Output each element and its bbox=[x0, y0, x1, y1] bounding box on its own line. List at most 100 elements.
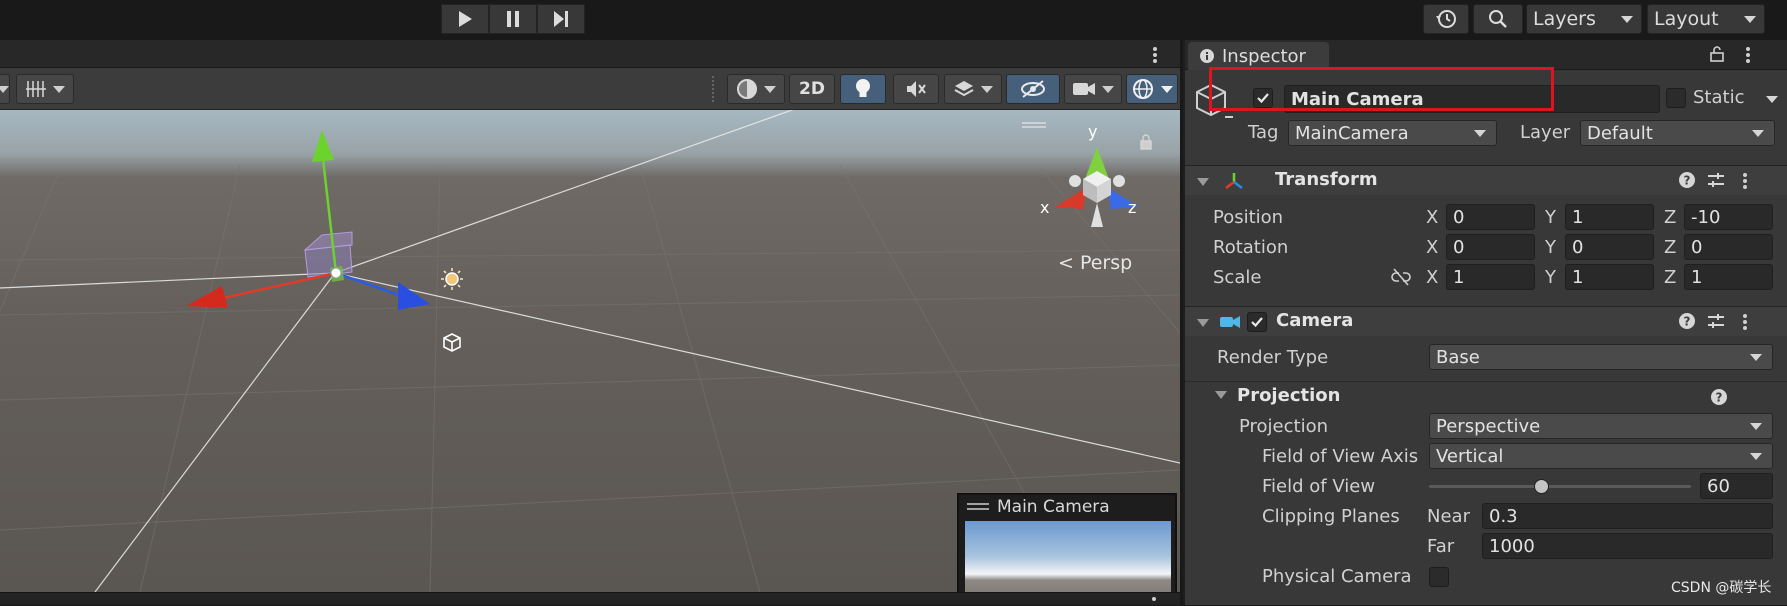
rotation-y-value: 0 bbox=[1572, 236, 1584, 258]
camera-component-header[interactable]: Camera ? bbox=[1185, 306, 1787, 336]
camera-preview-header[interactable]: Main Camera bbox=[959, 495, 1175, 519]
layer-dropdown[interactable]: Default bbox=[1580, 120, 1775, 146]
history-button[interactable] bbox=[1423, 4, 1469, 34]
bottom-panel-edge bbox=[0, 592, 1180, 605]
fov-slider-thumb[interactable] bbox=[1534, 479, 1550, 494]
layers-dropdown[interactable]: Layers bbox=[1526, 4, 1642, 34]
layout-label: Layout bbox=[1654, 8, 1719, 30]
far-input[interactable]: 1000 bbox=[1482, 533, 1773, 559]
chevron-down-icon bbox=[1750, 422, 1762, 430]
chevron-down-icon bbox=[1750, 452, 1762, 460]
main-toolbar: Layers Layout bbox=[0, 0, 1787, 38]
fov-axis-value: Vertical bbox=[1436, 445, 1504, 467]
gizmos-dropdown[interactable] bbox=[1126, 74, 1178, 104]
grid-icon bbox=[26, 81, 46, 97]
grid-snap-dropdown[interactable] bbox=[16, 74, 74, 104]
search-icon bbox=[1489, 10, 1507, 28]
scene-audio-toggle[interactable] bbox=[893, 74, 939, 104]
physical-camera-checkbox[interactable] bbox=[1429, 567, 1449, 587]
layout-dropdown[interactable]: Layout bbox=[1647, 4, 1765, 34]
inspector-panel: Inspector Main Camera Static Tag MainCam… bbox=[1183, 40, 1787, 605]
help-icon[interactable]: ? bbox=[1679, 313, 1695, 329]
collapse-arrow-icon[interactable] bbox=[1197, 319, 1209, 327]
scale-y-input[interactable]: 1 bbox=[1565, 264, 1654, 290]
toggle-2d-button[interactable]: 2D bbox=[789, 74, 835, 104]
rotation-z-label: Z bbox=[1664, 237, 1677, 258]
projection-section-title[interactable]: Projection bbox=[1237, 385, 1340, 406]
rotation-x-input[interactable]: 0 bbox=[1446, 234, 1535, 260]
collapse-arrow-icon[interactable] bbox=[1197, 178, 1209, 186]
tab-inspector[interactable]: Inspector bbox=[1188, 42, 1329, 70]
rotation-label: Rotation bbox=[1213, 237, 1289, 258]
fov-axis-label: Field of View Axis bbox=[1262, 446, 1419, 467]
projection-dropdown[interactable]: Perspective bbox=[1429, 413, 1773, 439]
play-button[interactable] bbox=[441, 4, 489, 34]
projection-collapse-arrow-icon[interactable] bbox=[1215, 391, 1227, 399]
transform-title: Transform bbox=[1275, 169, 1378, 190]
static-checkbox[interactable] bbox=[1666, 88, 1686, 108]
svg-text:?: ? bbox=[1684, 174, 1691, 188]
chevron-down-icon bbox=[1750, 353, 1762, 361]
chevron-down-icon bbox=[764, 85, 776, 93]
scale-x-input[interactable]: 1 bbox=[1446, 264, 1535, 290]
tag-label: Tag bbox=[1248, 122, 1279, 143]
drag-handle-icon bbox=[967, 503, 989, 510]
position-z-value: -10 bbox=[1691, 206, 1721, 228]
tag-dropdown[interactable]: MainCamera bbox=[1288, 120, 1497, 146]
effects-dropdown[interactable] bbox=[944, 74, 1002, 104]
rotation-z-input[interactable]: 0 bbox=[1684, 234, 1773, 260]
help-icon[interactable]: ? bbox=[1679, 172, 1695, 188]
unlinked-chain-icon[interactable] bbox=[1390, 268, 1412, 286]
help-icon[interactable]: ? bbox=[1711, 389, 1727, 405]
static-label: Static bbox=[1693, 87, 1745, 108]
camera-settings-dropdown[interactable] bbox=[1064, 74, 1122, 104]
fov-slider-track[interactable] bbox=[1429, 479, 1691, 494]
more-options-icon[interactable] bbox=[1152, 46, 1158, 64]
tab-inspector-label: Inspector bbox=[1222, 45, 1306, 67]
position-z-input[interactable]: -10 bbox=[1684, 204, 1773, 230]
tool-dropdown-left[interactable] bbox=[0, 74, 10, 104]
effects-layers-icon bbox=[954, 81, 974, 97]
chevron-down-icon bbox=[981, 85, 993, 93]
more-options-icon[interactable] bbox=[1745, 46, 1751, 64]
static-chevron-down-icon[interactable] bbox=[1766, 96, 1778, 103]
move-gizmo bbox=[186, 130, 430, 310]
fov-axis-dropdown[interactable]: Vertical bbox=[1429, 443, 1773, 469]
render-type-dropdown[interactable]: Base bbox=[1429, 344, 1773, 370]
more-options-icon[interactable] bbox=[1742, 172, 1748, 190]
transform-component-header[interactable]: Transform ? bbox=[1185, 165, 1787, 195]
render-type-label: Render Type bbox=[1217, 347, 1329, 368]
chevron-down-icon bbox=[1752, 129, 1764, 137]
chevron-down-icon bbox=[1474, 129, 1486, 137]
lock-icon[interactable] bbox=[1710, 46, 1724, 62]
position-label: Position bbox=[1213, 207, 1284, 228]
position-y-label: Y bbox=[1545, 207, 1556, 228]
position-y-input[interactable]: 1 bbox=[1565, 204, 1654, 230]
checkmark-icon bbox=[1251, 317, 1263, 328]
draw-mode-dropdown[interactable] bbox=[727, 74, 785, 104]
step-button[interactable] bbox=[537, 4, 585, 34]
camera-preview-window: Main Camera bbox=[957, 493, 1177, 592]
more-options-icon[interactable] bbox=[1742, 313, 1748, 331]
near-input[interactable]: 0.3 bbox=[1482, 503, 1773, 529]
presets-icon[interactable] bbox=[1707, 172, 1725, 188]
fov-input[interactable]: 60 bbox=[1700, 473, 1773, 499]
search-button[interactable] bbox=[1473, 4, 1523, 34]
scene-lighting-toggle[interactable] bbox=[840, 74, 886, 104]
position-x-input[interactable]: 0 bbox=[1446, 204, 1535, 230]
rotation-y-input[interactable]: 0 bbox=[1565, 234, 1654, 260]
pause-button[interactable] bbox=[489, 4, 537, 34]
lock-icon bbox=[1140, 134, 1152, 150]
scale-y-label: Y bbox=[1545, 267, 1556, 288]
scene-visibility-toggle[interactable] bbox=[1006, 74, 1060, 104]
svg-text:?: ? bbox=[1684, 315, 1691, 329]
presets-icon[interactable] bbox=[1707, 313, 1725, 329]
scale-y-value: 1 bbox=[1572, 266, 1584, 288]
lightbulb-icon bbox=[856, 79, 870, 97]
position-x-label: X bbox=[1426, 207, 1439, 228]
camera-title: Camera bbox=[1276, 310, 1354, 331]
camera-enabled-checkbox[interactable] bbox=[1247, 312, 1267, 332]
scale-z-input[interactable]: 1 bbox=[1684, 264, 1773, 290]
hidden-eye-icon bbox=[1021, 80, 1045, 98]
projection-mode-label[interactable]: < Persp bbox=[1058, 252, 1132, 274]
